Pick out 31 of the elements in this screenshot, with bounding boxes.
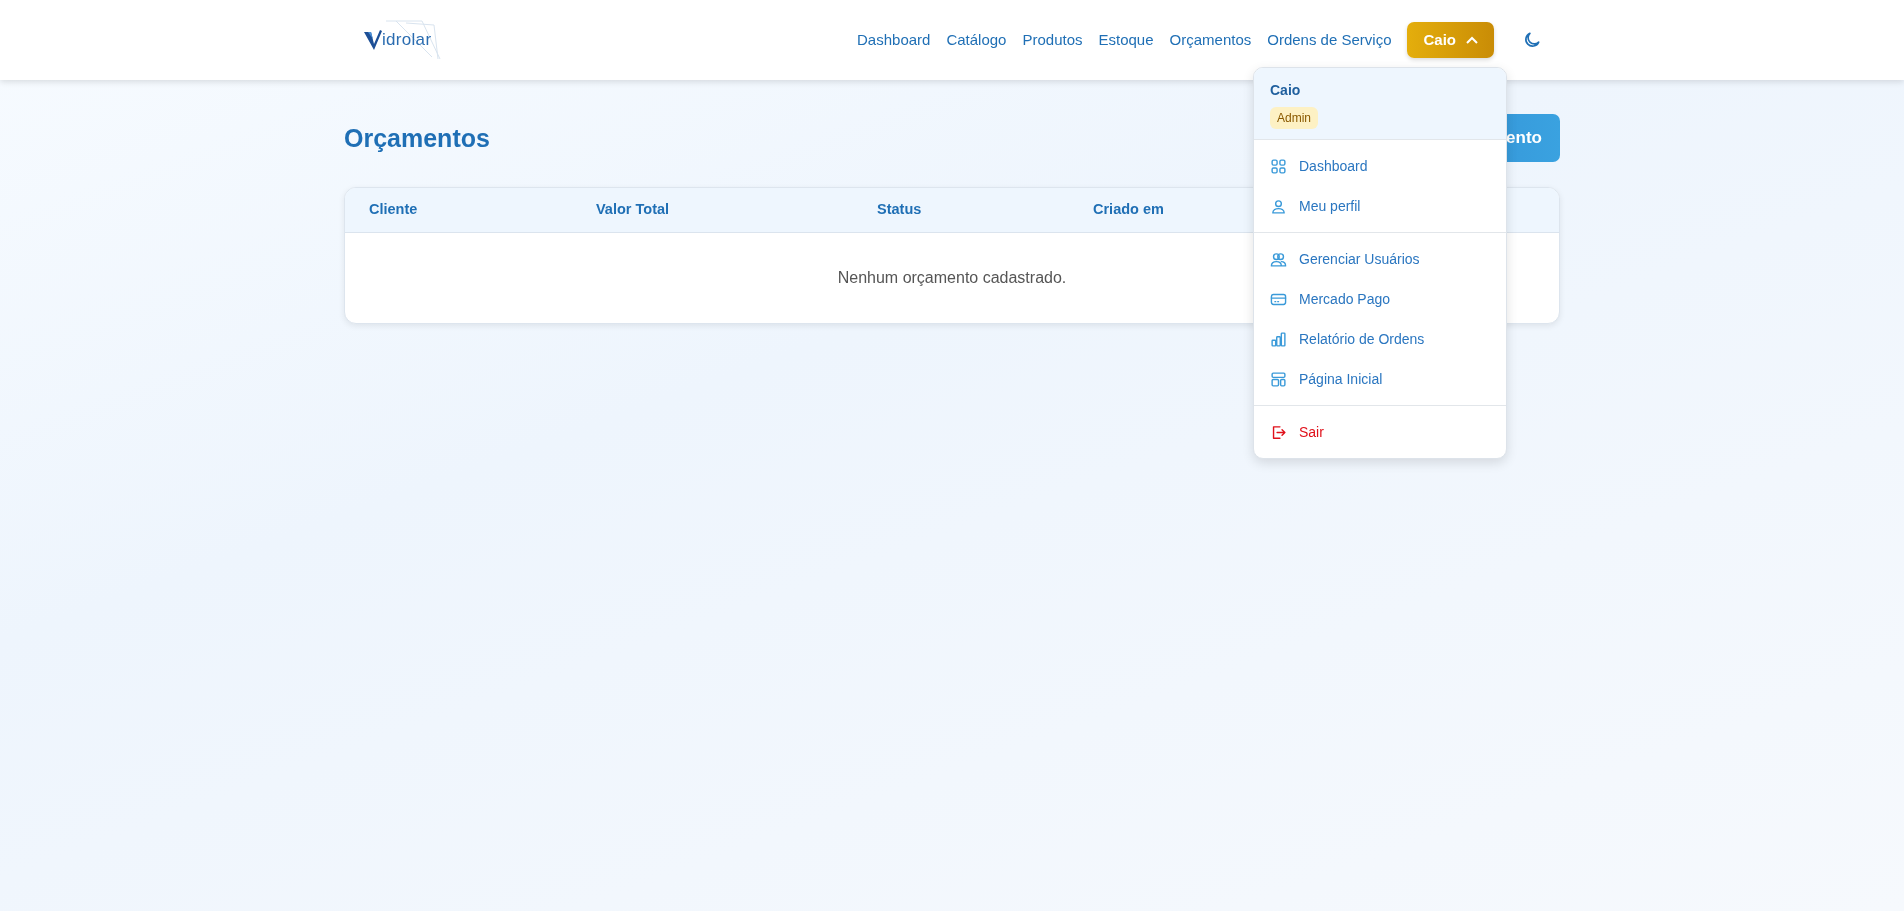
nav-link[interactable]: Produtos [1022,28,1083,52]
user-name: Caio [1270,81,1302,100]
menu-item[interactable]: Relatório de Ordens [1254,319,1506,359]
menu-item[interactable]: Gerenciar Usuários [1254,239,1506,279]
column-header: Status [877,200,922,220]
users-icon [1270,250,1287,268]
column-header: Cliente [369,200,418,220]
menu-item[interactable]: Dashboard [1254,146,1506,186]
nav-link[interactable]: Dashboard [857,28,931,52]
user-icon [1270,197,1287,215]
column-header: Valor Total [596,200,670,220]
dashboard-icon [1270,157,1287,175]
layout-icon [1270,370,1287,388]
nav-link[interactable]: Orçamentos [1169,28,1252,52]
menu-item[interactable]: Meu perfil [1254,186,1506,226]
role-badge: Admin [1270,107,1318,129]
caret-icon [1466,36,1478,44]
menu-item[interactable]: Sair [1254,412,1506,452]
dark-mode-icon[interactable] [1522,30,1542,50]
logo-icon [364,30,382,50]
nav-link[interactable]: Estoque [1098,28,1154,52]
nav-link[interactable]: Catálogo [946,28,1007,52]
logo-text: idrolar [382,29,432,52]
menu-item[interactable]: Mercado Pago [1254,279,1506,319]
logout-icon [1270,423,1287,441]
column-header: Criado em [1093,200,1164,220]
nav-link[interactable]: Ordens de Serviço [1267,28,1392,52]
menu-item[interactable]: Página Inicial [1254,359,1506,399]
page-title: Orçamentos [344,123,490,153]
empty-message: Nenhum orçamento cadastrado. [837,268,1067,288]
bar-chart-icon [1270,330,1287,348]
